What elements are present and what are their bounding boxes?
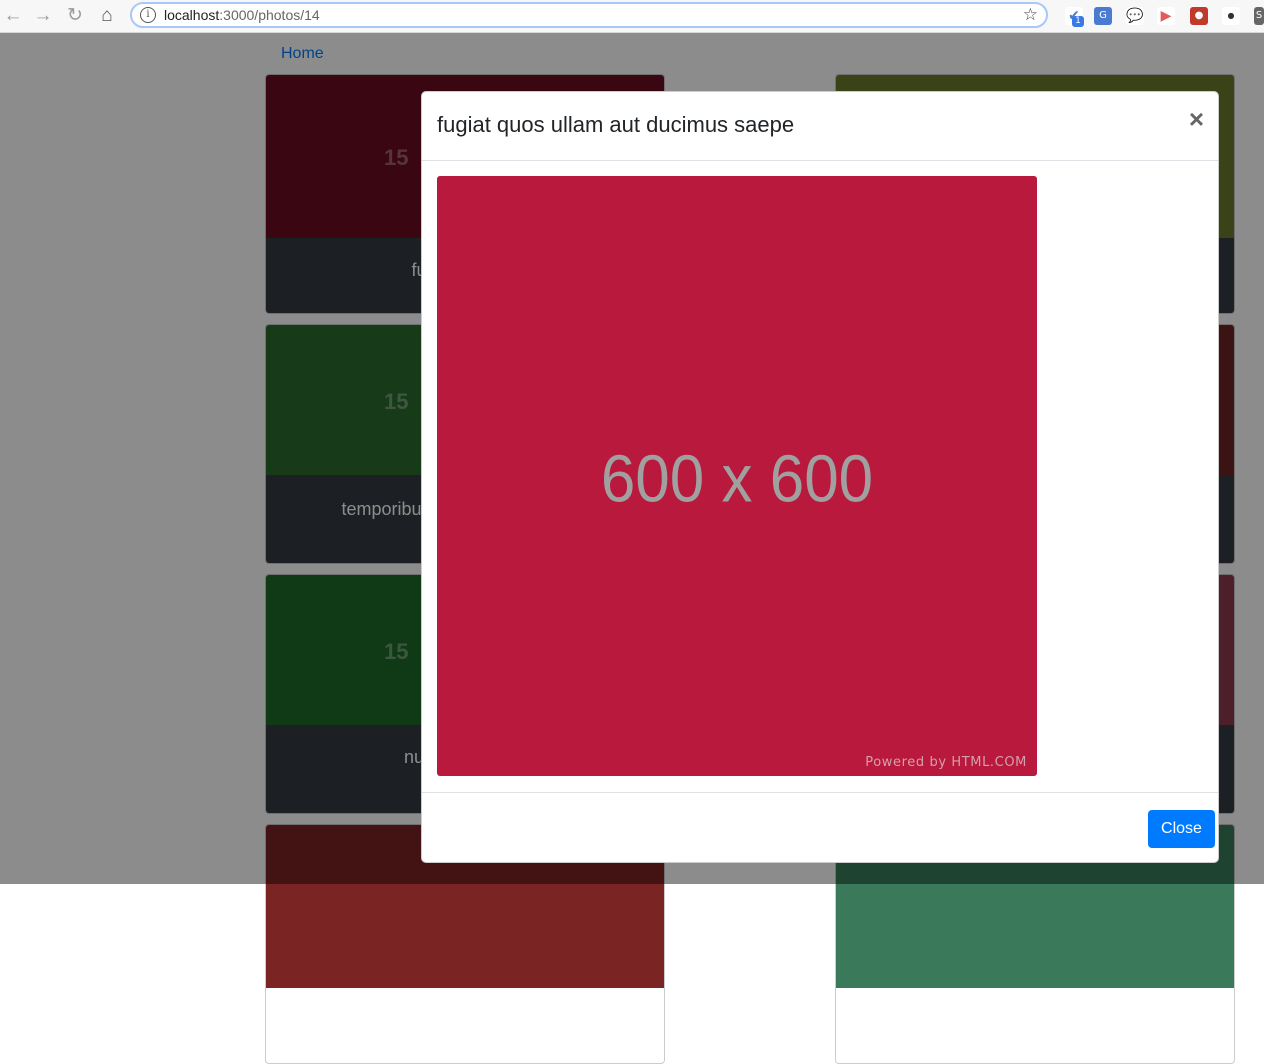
url-text: localhost:3000/photos/14 [164,7,320,23]
image-dimensions-text: 600 x 600 [600,442,874,517]
google-translate-icon[interactable]: G [1094,7,1112,25]
modal-footer: Close [422,792,1218,863]
profile-extension-icon[interactable]: ● [1190,7,1208,25]
modal-photo: 600 x 600 Powered by HTML.COM [437,176,1037,776]
extension-s-icon[interactable]: S [1254,7,1264,25]
json-extension-icon[interactable]: ● [1222,7,1240,25]
address-bar[interactable]: i localhost:3000/photos/14 ☆ [130,2,1048,28]
modal-header: fugiat quos ullam aut ducimus saepe × [422,92,1218,161]
video-extension-icon[interactable]: ▶ [1157,7,1175,25]
back-arrow-icon[interactable]: ← [1,4,25,28]
photo-modal: fugiat quos ullam aut ducimus saepe × 60… [421,91,1219,863]
powered-by-text: Powered by HTML.COM [865,755,1027,770]
bookmark-star-icon[interactable]: ☆ [1023,4,1038,26]
browser-toolbar: ← → ↻ ⌂ i localhost:3000/photos/14 ☆ ✔ 1… [0,0,1264,33]
modal-title: fugiat quos ullam aut ducimus saepe [437,112,795,137]
home-icon[interactable]: ⌂ [95,4,119,28]
close-button[interactable]: Close [1148,810,1215,848]
extension-badge: 1 [1072,16,1084,27]
info-icon[interactable]: i [140,7,156,23]
speech-bubble-icon[interactable]: 💬 [1126,7,1144,25]
forward-arrow-icon[interactable]: → [31,4,55,28]
close-icon[interactable]: × [1189,106,1204,132]
reload-icon[interactable]: ↻ [63,4,87,28]
